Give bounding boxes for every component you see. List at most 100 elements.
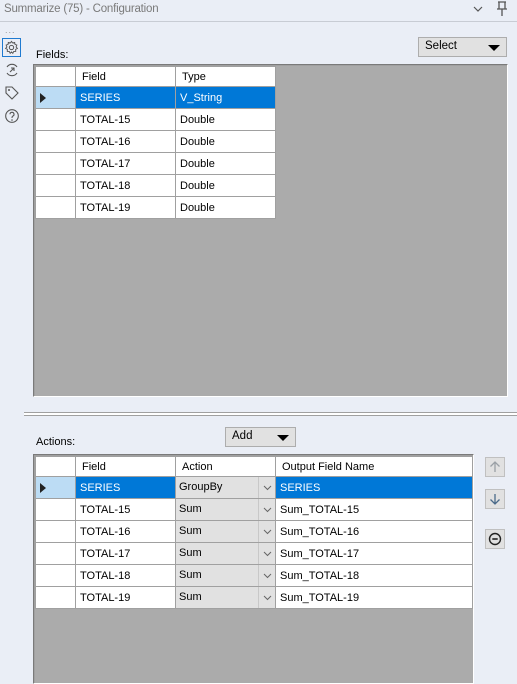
field-cell[interactable]: TOTAL-15 [75,498,176,521]
field-cell[interactable]: TOTAL-18 [75,564,176,587]
row-header[interactable] [35,542,76,565]
table-row[interactable]: TOTAL-19 Sum Sum_TOTAL-19 [35,586,473,609]
field-cell[interactable]: SERIES [75,476,176,499]
actions-grid[interactable]: Field Action Output Field Name SERIES Gr… [33,454,474,684]
fields-table: Field Type SERIES V_String TOTAL-15 Doub… [35,66,276,219]
column-header-field[interactable]: Field [75,66,176,87]
row-header-corner [35,66,76,87]
table-row[interactable]: TOTAL-15 Double [35,108,276,131]
action-value: Sum [179,591,202,603]
sidebar-item-annotation[interactable] [2,60,21,79]
fields-header-row: Field Type [35,66,276,87]
sidebar-item-help[interactable] [2,106,21,125]
dropdown-arrow-icon [488,45,500,51]
field-cell[interactable]: TOTAL-17 [75,152,176,175]
row-header[interactable] [35,564,76,587]
output-cell[interactable]: Sum_TOTAL-15 [275,498,473,521]
sidebar-item-configuration[interactable] [2,38,21,57]
sidebar-item-tags[interactable] [2,83,21,102]
action-select[interactable]: Sum [175,564,276,587]
column-header-field[interactable]: Field [75,456,176,477]
output-cell[interactable]: Sum_TOTAL-16 [275,520,473,543]
row-header[interactable] [35,520,76,543]
row-header[interactable] [35,152,76,175]
type-cell[interactable]: V_String [175,86,276,109]
action-value: Sum [179,569,202,581]
table-row[interactable]: TOTAL-16 Double [35,130,276,153]
fields-grid[interactable]: Field Type SERIES V_String TOTAL-15 Doub… [33,64,508,397]
output-cell[interactable]: Sum_TOTAL-18 [275,564,473,587]
field-cell[interactable]: TOTAL-19 [75,196,176,219]
type-cell[interactable]: Double [175,196,276,219]
action-select[interactable]: Sum [175,520,276,543]
action-value: Sum [179,525,202,537]
table-row[interactable]: SERIES GroupBy SERIES [35,476,473,499]
field-cell[interactable]: TOTAL-17 [75,542,176,565]
output-cell[interactable]: SERIES [275,476,473,499]
chevron-down-icon[interactable] [258,587,275,608]
field-cell[interactable]: TOTAL-19 [75,586,176,609]
type-cell[interactable]: Double [175,174,276,197]
config-sidebar: ... [0,22,24,678]
column-header-action[interactable]: Action [175,456,276,477]
pin-icon[interactable] [494,0,510,18]
actions-header-row: Field Action Output Field Name [35,456,473,477]
arrow-down-icon [490,494,500,505]
output-cell[interactable]: Sum_TOTAL-19 [275,586,473,609]
select-dropdown[interactable]: Select [418,37,507,57]
chevron-down-icon[interactable] [471,2,485,16]
field-cell[interactable]: TOTAL-18 [75,174,176,197]
current-row-icon [40,482,46,493]
type-cell[interactable]: Double [175,130,276,153]
dropdown-arrow-icon [277,435,289,441]
add-dropdown[interactable]: Add [225,427,296,447]
more-dots[interactable]: ... [5,25,16,35]
move-down-button[interactable] [485,489,505,509]
row-header[interactable] [35,476,76,499]
action-value: Sum [179,503,202,515]
minus-circle-icon [488,532,502,546]
field-cell[interactable]: TOTAL-16 [75,520,176,543]
row-header[interactable] [35,498,76,521]
table-row[interactable]: TOTAL-17 Sum Sum_TOTAL-17 [35,542,473,565]
table-row[interactable]: TOTAL-17 Double [35,152,276,175]
row-header[interactable] [35,586,76,609]
row-header[interactable] [35,130,76,153]
action-select[interactable]: Sum [175,498,276,521]
table-row[interactable]: TOTAL-15 Sum Sum_TOTAL-15 [35,498,473,521]
action-value: Sum [179,547,202,559]
chevron-down-icon[interactable] [258,565,275,586]
row-header[interactable] [35,196,76,219]
type-cell[interactable]: Double [175,108,276,131]
row-header[interactable] [35,108,76,131]
column-header-output-field-name[interactable]: Output Field Name [275,456,473,477]
chevron-down-icon[interactable] [258,477,275,498]
remove-button[interactable] [485,529,505,549]
type-cell[interactable]: Double [175,152,276,175]
row-header[interactable] [35,174,76,197]
row-header-corner [35,456,76,477]
field-cell[interactable]: TOTAL-15 [75,108,176,131]
chevron-down-icon[interactable] [258,543,275,564]
table-row[interactable]: TOTAL-16 Sum Sum_TOTAL-16 [35,520,473,543]
arrow-circle-icon [6,63,17,76]
table-row[interactable]: TOTAL-19 Double [35,196,276,219]
tag-icon [4,85,19,100]
panel-splitter[interactable] [24,412,517,416]
move-up-button[interactable] [485,457,505,477]
table-row[interactable]: TOTAL-18 Double [35,174,276,197]
column-header-type[interactable]: Type [175,66,276,87]
action-select[interactable]: Sum [175,586,276,609]
select-dropdown-label: Select [425,40,457,52]
action-select[interactable]: GroupBy [175,476,276,499]
table-row[interactable]: TOTAL-18 Sum Sum_TOTAL-18 [35,564,473,587]
table-row[interactable]: SERIES V_String [35,86,276,109]
row-header[interactable] [35,86,76,109]
field-cell[interactable]: TOTAL-16 [75,130,176,153]
chevron-down-icon[interactable] [258,499,275,520]
field-cell[interactable]: SERIES [75,86,176,109]
action-value: GroupBy [179,481,223,493]
action-select[interactable]: Sum [175,542,276,565]
output-cell[interactable]: Sum_TOTAL-17 [275,542,473,565]
chevron-down-icon[interactable] [258,521,275,542]
